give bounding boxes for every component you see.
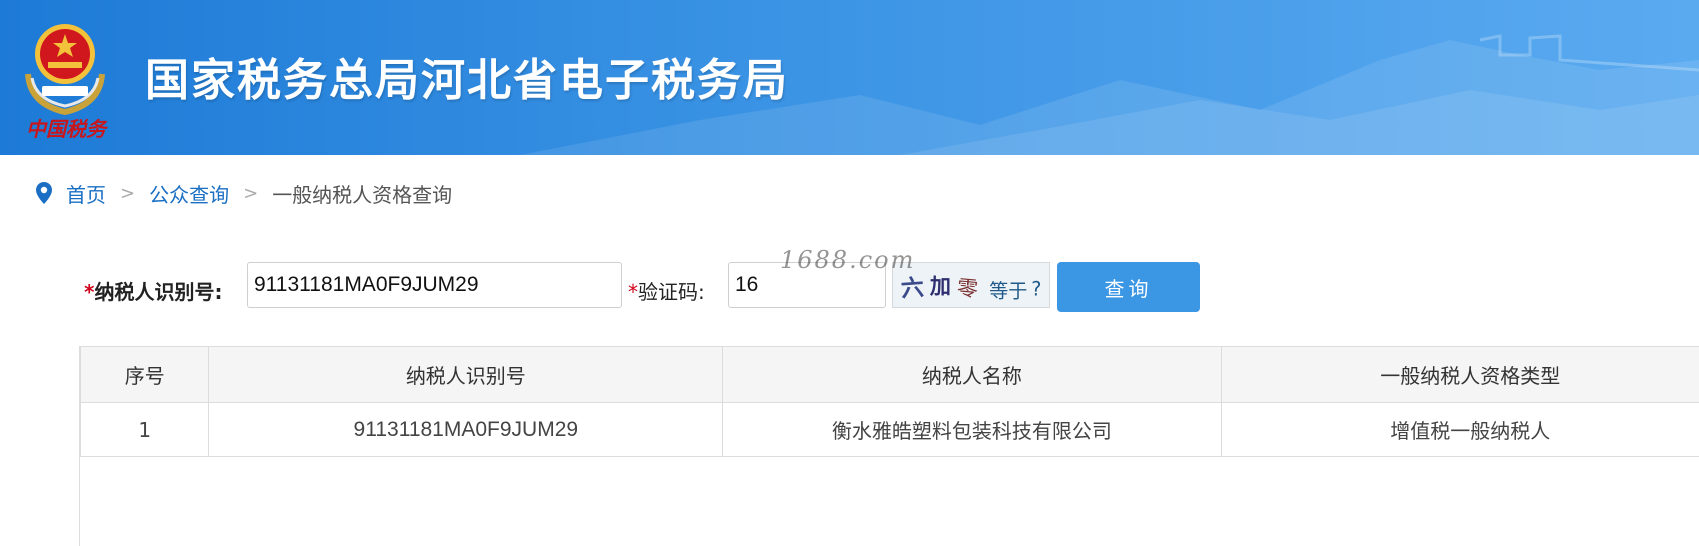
breadcrumb-current: 一般纳税人资格查询 — [272, 179, 452, 208]
breadcrumb-separator: > — [120, 183, 135, 204]
captcha-label-text: 验证码: — [638, 280, 705, 304]
breadcrumb-public-query-link[interactable]: 公众查询 — [149, 179, 229, 208]
svg-text:?: ? — [1031, 278, 1041, 301]
site-title: 国家税务总局河北省电子税务局 — [145, 44, 789, 108]
column-header-name: 纳税人名称 — [723, 347, 1221, 403]
results-table: 序号 纳税人识别号 纳税人名称 一般纳税人资格类型 1 91131181MA0F… — [80, 346, 1699, 457]
taxid-label: *纳税人识别号: — [84, 276, 222, 305]
breadcrumb: 首页 > 公众查询 > 一般纳税人资格查询 — [34, 178, 452, 208]
taxid-label-text: 纳税人识别号: — [94, 280, 222, 304]
required-star: * — [628, 280, 638, 304]
china-tax-seal: 中国税务 — [24, 112, 110, 144]
captcha-image[interactable]: 六 加 零 等于 ? — [892, 262, 1050, 308]
query-form: *纳税人识别号: 91131181MA0F9JUM29 *验证码: 16 六 加… — [84, 262, 1284, 310]
cell-index: 1 — [81, 403, 209, 457]
taxid-input[interactable]: 91131181MA0F9JUM29 — [247, 262, 622, 308]
required-star: * — [84, 280, 94, 304]
column-header-qualification: 一般纳税人资格类型 — [1221, 347, 1699, 403]
captcha-label: *验证码: — [628, 276, 705, 305]
breadcrumb-separator: > — [243, 183, 258, 204]
tax-emblem-icon — [20, 16, 110, 116]
breadcrumb-home-link[interactable]: 首页 — [66, 179, 106, 208]
column-header-index: 序号 — [81, 347, 209, 403]
svg-text:六: 六 — [900, 274, 925, 303]
table-row: 1 91131181MA0F9JUM29 衡水雅皓塑料包装科技有限公司 增值税一… — [81, 403, 1699, 457]
results-table-container: 序号 纳税人识别号 纳税人名称 一般纳税人资格类型 1 91131181MA0F… — [79, 346, 1699, 546]
cell-name: 衡水雅皓塑料包装科技有限公司 — [723, 403, 1221, 457]
watermark: 1688.com — [780, 246, 915, 274]
cell-qualification: 增值税一般纳税人 — [1221, 403, 1699, 457]
svg-text:中国税务: 中国税务 — [26, 117, 109, 141]
header-banner: 中国税务 国家税务总局河北省电子税务局 — [0, 0, 1699, 155]
table-header-row: 序号 纳税人识别号 纳税人名称 一般纳税人资格类型 — [81, 347, 1699, 403]
cell-taxid: 91131181MA0F9JUM29 — [209, 403, 723, 457]
location-pin-icon — [34, 181, 54, 205]
svg-text:加: 加 — [929, 274, 951, 299]
svg-text:零: 零 — [956, 275, 979, 302]
column-header-taxid: 纳税人识别号 — [209, 347, 723, 403]
svg-text:等于: 等于 — [989, 279, 1027, 302]
query-button[interactable]: 查询 — [1057, 262, 1200, 312]
